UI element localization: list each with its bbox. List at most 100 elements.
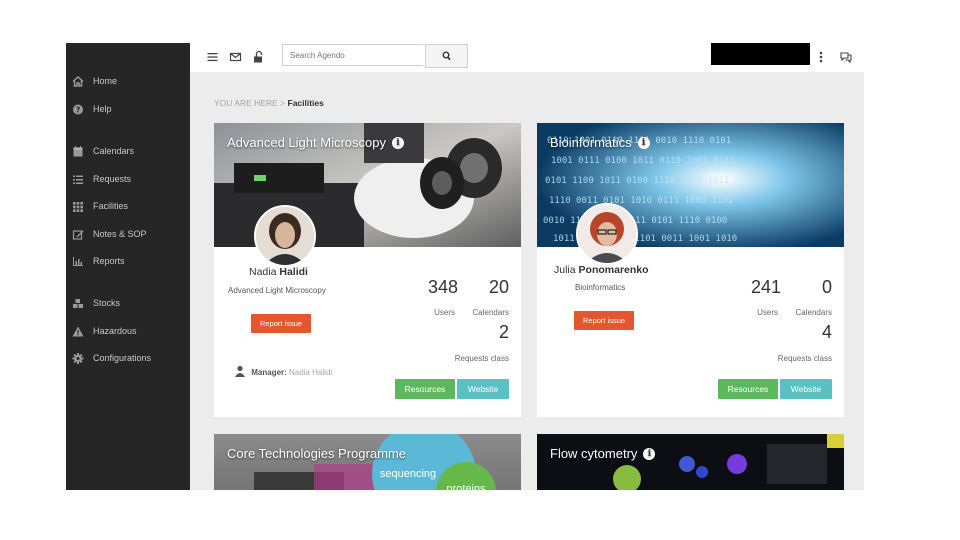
sidebar-item-facilities[interactable]: Facilities [66, 196, 190, 218]
requests-count: 2 [498, 322, 509, 342]
calendars-label: Calendars [472, 308, 509, 317]
person-facility: Bioinformatics [575, 283, 626, 292]
facility-title-text: Flow cytometry [550, 446, 638, 461]
person-facility: Advanced Light Microscopy [228, 286, 326, 295]
calendar-icon [73, 146, 83, 157]
users-label: Users [757, 308, 778, 317]
sidebar-item-help[interactable]: ? Help [66, 99, 190, 121]
svg-text:1001 0111 0100 1011 0110 1001: 1001 0111 0100 1011 0110 1001 0111 [551, 156, 735, 166]
manager-info: Manager: Nadia Halidi [235, 365, 332, 377]
question-icon: ? [73, 104, 83, 115]
info-icon[interactable]: i [637, 136, 650, 149]
breadcrumb-prefix: YOU ARE HERE [214, 98, 278, 108]
gear-icon [72, 353, 84, 364]
facility-title[interactable]: Bioinformatics i [550, 135, 650, 150]
svg-text:0101 1100 1011 0100 1110 0010: 0101 1100 1011 0100 1110 0010 1011 [545, 176, 729, 186]
sidebar-item-configurations[interactable]: Configurations [66, 348, 190, 370]
info-icon[interactable]: i [391, 136, 404, 149]
person-name: Julia Ponomarenko [554, 264, 649, 276]
edit-icon [72, 230, 84, 240]
cubes-icon [73, 299, 83, 308]
sidebar-item-home[interactable]: Home [66, 71, 190, 93]
user-icon [235, 365, 245, 377]
top-bar [190, 43, 864, 72]
requests-label: Requests class [777, 354, 832, 363]
sidebar-item-label: Calendars [93, 146, 135, 156]
sidebar-item-label: Requests [93, 174, 132, 184]
search-input[interactable] [282, 44, 423, 66]
requests-label: Requests class [454, 354, 509, 363]
search-button[interactable] [425, 44, 468, 68]
facility-title[interactable]: Flow cytometry i [550, 446, 656, 461]
person-last-name: Halidi [279, 266, 308, 278]
person-photo [578, 205, 636, 263]
sidebar-item-reports[interactable]: Reports [66, 251, 190, 273]
sidebar-item-label: Facilities [93, 201, 129, 211]
sidebar-item-calendars[interactable]: Calendars [66, 141, 190, 163]
avatar [254, 205, 316, 267]
sidebar-item-stocks[interactable]: Stocks [66, 293, 190, 315]
warning-icon [72, 326, 84, 337]
users-label: Users [434, 308, 455, 317]
manager-name: Nadia Halidi [289, 368, 333, 377]
manager-label: Manager: [251, 368, 287, 377]
sidebar-item-label: Notes & SOP [93, 229, 147, 239]
grid-icon [73, 202, 83, 212]
facility-banner-image[interactable]: Flow cytometry i [537, 434, 844, 490]
breadcrumb-separator: > [280, 98, 286, 108]
envelope-icon[interactable] [229, 50, 243, 64]
svg-text:1110 0011 0101 1010 0111 1000: 1110 0011 0101 1010 0111 1000 1101 [549, 196, 733, 206]
facility-title-text: Bioinformatics [550, 135, 632, 150]
info-icon[interactable]: i [643, 447, 656, 460]
calendars-count: 20 [488, 277, 509, 297]
flow-cytometry-image [537, 434, 844, 490]
unlock-icon[interactable] [252, 50, 266, 64]
person-first-name: Julia [554, 264, 576, 276]
bar-chart-icon [73, 257, 83, 266]
facility-title[interactable]: Core Technologies Programme [227, 446, 406, 461]
facility-banner-image[interactable]: sequencing proteins Core Technologies Pr… [214, 434, 521, 490]
person-first-name: Nadia [249, 266, 277, 278]
person-photo [256, 207, 314, 265]
facility-card-microscopy: Advanced Light Microscopy i Nadia Halidi… [214, 123, 521, 417]
facility-card-flow-cytometry: Flow cytometry i [537, 434, 844, 490]
sidebar-item-requests[interactable]: Requests [66, 169, 190, 191]
redacted-user-area [711, 43, 810, 65]
search-icon [442, 51, 451, 61]
resources-button[interactable]: Resources [395, 379, 455, 399]
core-technologies-image: sequencing proteins [214, 434, 521, 490]
facility-title-text: Advanced Light Microscopy [227, 135, 386, 150]
website-button[interactable]: Website [780, 379, 832, 399]
svg-text:?: ? [76, 106, 81, 115]
calendars-count: 0 [821, 277, 832, 297]
website-button[interactable]: Website [457, 379, 509, 399]
sidebar-item-label: Help [93, 104, 112, 114]
app-window: Home ? Help Calendars Requests Facilitie… [66, 43, 864, 490]
report-issue-button[interactable]: Report issue [251, 314, 311, 333]
breadcrumb: YOU ARE HERE > Facilities [214, 98, 324, 108]
chat-icon[interactable] [839, 50, 853, 64]
vertical-dots-icon[interactable] [814, 50, 828, 64]
facility-title[interactable]: Advanced Light Microscopy i [227, 135, 404, 150]
sidebar-item-label: Home [93, 76, 118, 86]
calendars-label: Calendars [795, 308, 832, 317]
breadcrumb-current[interactable]: Facilities [288, 98, 324, 108]
bubble-sequencing: sequencing [380, 468, 436, 480]
avatar [576, 203, 638, 265]
sidebar-item-label: Stocks [93, 298, 121, 308]
person-name: Nadia Halidi [249, 266, 308, 278]
sidebar-item-label: Hazardous [93, 326, 137, 336]
hamburger-menu-icon[interactable] [206, 50, 220, 64]
report-issue-button[interactable]: Report issue [574, 311, 634, 330]
facility-card-core-technologies: sequencing proteins Core Technologies Pr… [214, 434, 521, 490]
sidebar-item-notes-sop[interactable]: Notes & SOP [66, 224, 190, 246]
sidebar-item-label: Configurations [93, 353, 152, 363]
sidebar-item-hazardous[interactable]: Hazardous [66, 321, 190, 343]
sidebar: Home ? Help Calendars Requests Facilitie… [66, 43, 190, 490]
users-count: 348 [427, 277, 458, 297]
list-icon [73, 175, 83, 184]
person-last-name: Ponomarenko [578, 264, 649, 276]
resources-button[interactable]: Resources [718, 379, 778, 399]
requests-count: 4 [821, 322, 832, 342]
bubble-proteins: proteins [446, 483, 486, 490]
